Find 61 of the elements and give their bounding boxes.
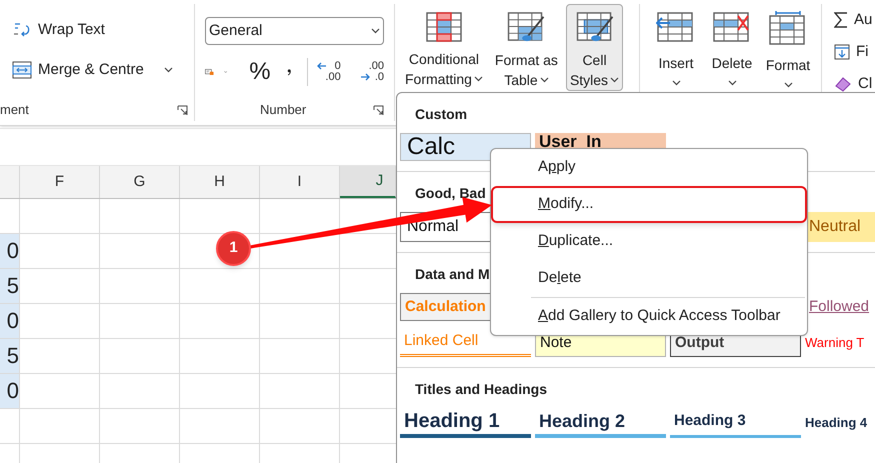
cell-style-item[interactable]: Followed [805,293,874,321]
editing-button[interactable]: Au [834,10,872,30]
ribbon-button[interactable]: Insert [648,4,704,94]
insert-cells-icon [656,11,696,43]
table-cell: 0 [6,309,19,333]
cell-style-item[interactable]: Heading 3 [670,408,801,438]
ribbon-button[interactable]: Delete [704,4,760,94]
editing-button[interactable]: Cl [834,74,872,94]
cell-style-item[interactable]: Warning T [805,329,864,357]
right-arrow-icon [360,73,370,81]
table-cell: 5 [6,274,19,298]
group-label: ment [0,101,29,120]
caret-icon [371,28,380,34]
caret-icon [784,82,792,88]
left-arrow-icon [317,62,326,70]
format-cells-icon [768,11,808,45]
caret-icon [474,76,483,82]
cell-brush-icon [574,11,614,44]
fill-down-icon [834,44,850,60]
caret-icon [672,80,680,86]
wrap-text-button[interactable]: Wrap Text [12,18,194,42]
section-heading: Data and M [415,265,490,284]
menu-item[interactable]: Modify... [491,186,807,223]
percent-style-button[interactable]: % [249,54,271,90]
merge-centre-button[interactable]: Merge & Centre [12,58,144,82]
ribbon-button[interactable]: Conditional Formatting [401,4,487,91]
table-cell: 0 [6,379,19,403]
sum-icon [834,11,848,29]
table-cell: 5 [6,344,19,368]
dialog-launcher-icon[interactable] [177,104,188,116]
ribbon-button[interactable]: Format as Table [490,4,562,91]
cell-style-item[interactable]: Heading 4 [805,408,868,438]
ribbon-button[interactable]: Cell Styles [566,4,624,91]
decrease-decimal-button[interactable]: 0 .00 [317,61,341,83]
number-format-value: General [209,20,262,41]
table-brush-icon [506,11,546,44]
increase-decimal-button[interactable]: .00 .0 [360,61,384,83]
section-heading: Titles and Headings [415,380,547,399]
caret-icon [164,67,173,73]
column-header[interactable]: H [180,166,260,198]
cell-style-item[interactable]: Heading 1 [400,408,531,438]
editing-button[interactable]: Fi [834,42,872,62]
caret-icon [540,77,549,83]
number-format-dropdown[interactable]: General [205,17,384,45]
cell-style-item[interactable]: Heading 2 [535,408,666,438]
table-cell: 0 [6,239,19,263]
dialog-launcher-icon[interactable] [373,104,384,116]
delete-cells-icon [712,11,752,43]
merge-cells-icon [12,61,32,79]
column-header[interactable]: G [100,166,180,198]
cell-style-item[interactable]: Neutral [805,212,875,242]
section-heading: Custom [415,105,468,124]
step-badge: 1 [216,231,251,266]
column-header[interactable]: F [20,166,100,198]
column-header[interactable]: J [340,166,396,198]
ribbon-button[interactable]: Format [760,4,816,94]
caret-icon [728,80,736,86]
section-heading: Good, Bad [415,184,486,203]
highlighted-grid-icon [424,11,463,43]
caret-icon [610,77,620,83]
group-label: Number [260,101,306,120]
